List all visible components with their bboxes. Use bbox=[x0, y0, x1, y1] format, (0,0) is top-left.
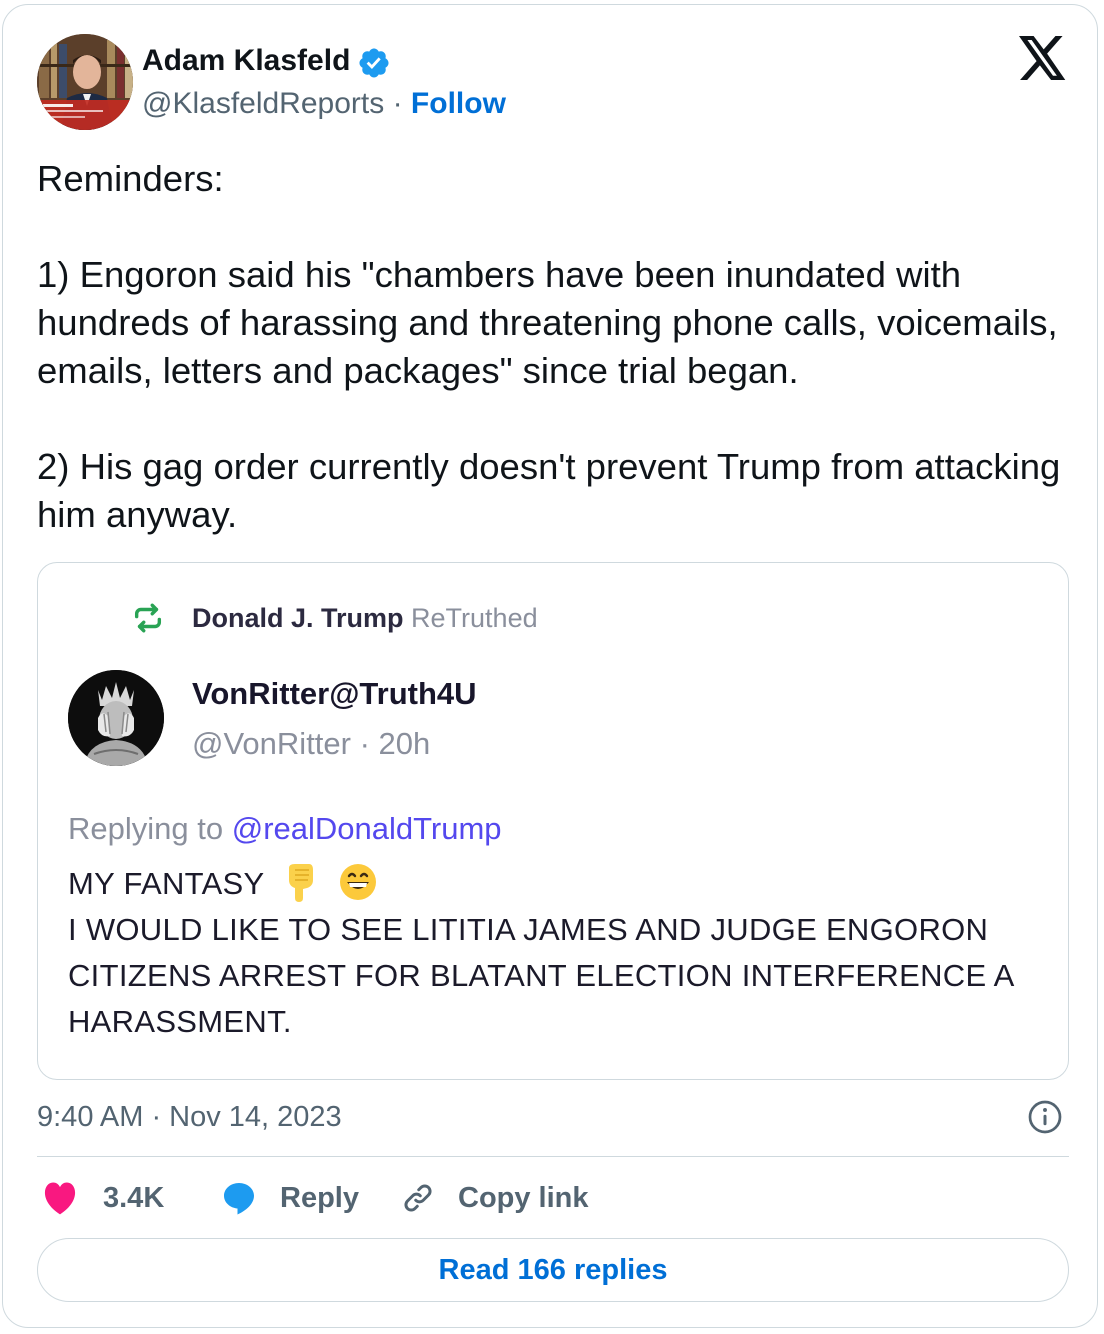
quote-avatar bbox=[68, 670, 164, 766]
quote-body-line-4: HARASSMENT. bbox=[68, 1004, 292, 1039]
divider bbox=[37, 1156, 1069, 1157]
quote-body: MY FANTASY I WOULD LIKE TO SEE LITITIA J… bbox=[68, 861, 1068, 1045]
pointing-down-emoji bbox=[288, 863, 313, 902]
quote-body-text-1: MY FANTASY bbox=[68, 866, 264, 901]
grinning-face-emoji bbox=[339, 863, 376, 900]
quote-body-line-1: MY FANTASY bbox=[68, 861, 1068, 907]
heart-icon bbox=[44, 1182, 76, 1215]
replying-to-line: Replying to @realDonaldTrump bbox=[68, 811, 502, 847]
handle-separator: · bbox=[392, 87, 403, 120]
quoted-media[interactable]: Donald J. Trump ReTruthed VonRitter@Trut… bbox=[37, 562, 1069, 1080]
author-avatar[interactable] bbox=[37, 34, 133, 130]
quote-body-line-2: I WOULD LIKE TO SEE LITITIA JAMES AND JU… bbox=[68, 912, 989, 947]
follow-button[interactable]: Follow bbox=[411, 87, 506, 120]
author-handle[interactable]: @KlasfeldReports bbox=[142, 87, 384, 120]
copy-link-button[interactable]: Copy link bbox=[400, 1178, 589, 1218]
read-replies-button[interactable]: Read 166 replies bbox=[37, 1238, 1069, 1302]
copy-link-label: Copy link bbox=[458, 1181, 589, 1214]
info-icon[interactable] bbox=[1027, 1099, 1063, 1135]
reply-button[interactable]: Reply bbox=[220, 1178, 359, 1218]
retruth-label: ReTruthed bbox=[411, 603, 538, 633]
like-button[interactable]: 3.4K bbox=[41, 1178, 164, 1218]
embedded-tweet-card: Adam Klasfeld @KlasfeldReports · Follow … bbox=[2, 4, 1098, 1328]
speech-bubble-icon bbox=[224, 1183, 254, 1215]
replying-mention: @realDonaldTrump bbox=[231, 811, 502, 846]
quote-author-name: VonRitter@Truth4U bbox=[192, 676, 477, 711]
retruth-line: Donald J. Trump ReTruthed bbox=[192, 601, 538, 635]
verified-badge-icon bbox=[359, 48, 389, 78]
link-icon bbox=[404, 1184, 432, 1212]
tweet-text: Reminders: 1) Engoron said his "chambers… bbox=[37, 158, 1061, 535]
quote-handle: @VonRitter bbox=[192, 726, 351, 761]
retruth-author: Donald J. Trump bbox=[192, 603, 404, 633]
reply-label: Reply bbox=[280, 1181, 359, 1214]
like-count: 3.4K bbox=[103, 1181, 165, 1214]
quote-body-line-3: CITIZENS ARREST FOR BLATANT ELECTION INT… bbox=[68, 958, 1015, 993]
author-name[interactable]: Adam Klasfeld bbox=[142, 43, 350, 79]
quote-handle-row: @VonRitter · 20h bbox=[192, 726, 430, 762]
tweet-timestamp[interactable]: 9:40 AM · Nov 14, 2023 bbox=[37, 1099, 342, 1135]
quote-age: · 20h bbox=[359, 726, 431, 761]
author-handle-row: @KlasfeldReports · Follow bbox=[142, 86, 506, 122]
x-logo-icon[interactable] bbox=[1019, 36, 1067, 80]
retruth-icon bbox=[134, 603, 162, 633]
replying-prefix: Replying to bbox=[68, 811, 224, 846]
